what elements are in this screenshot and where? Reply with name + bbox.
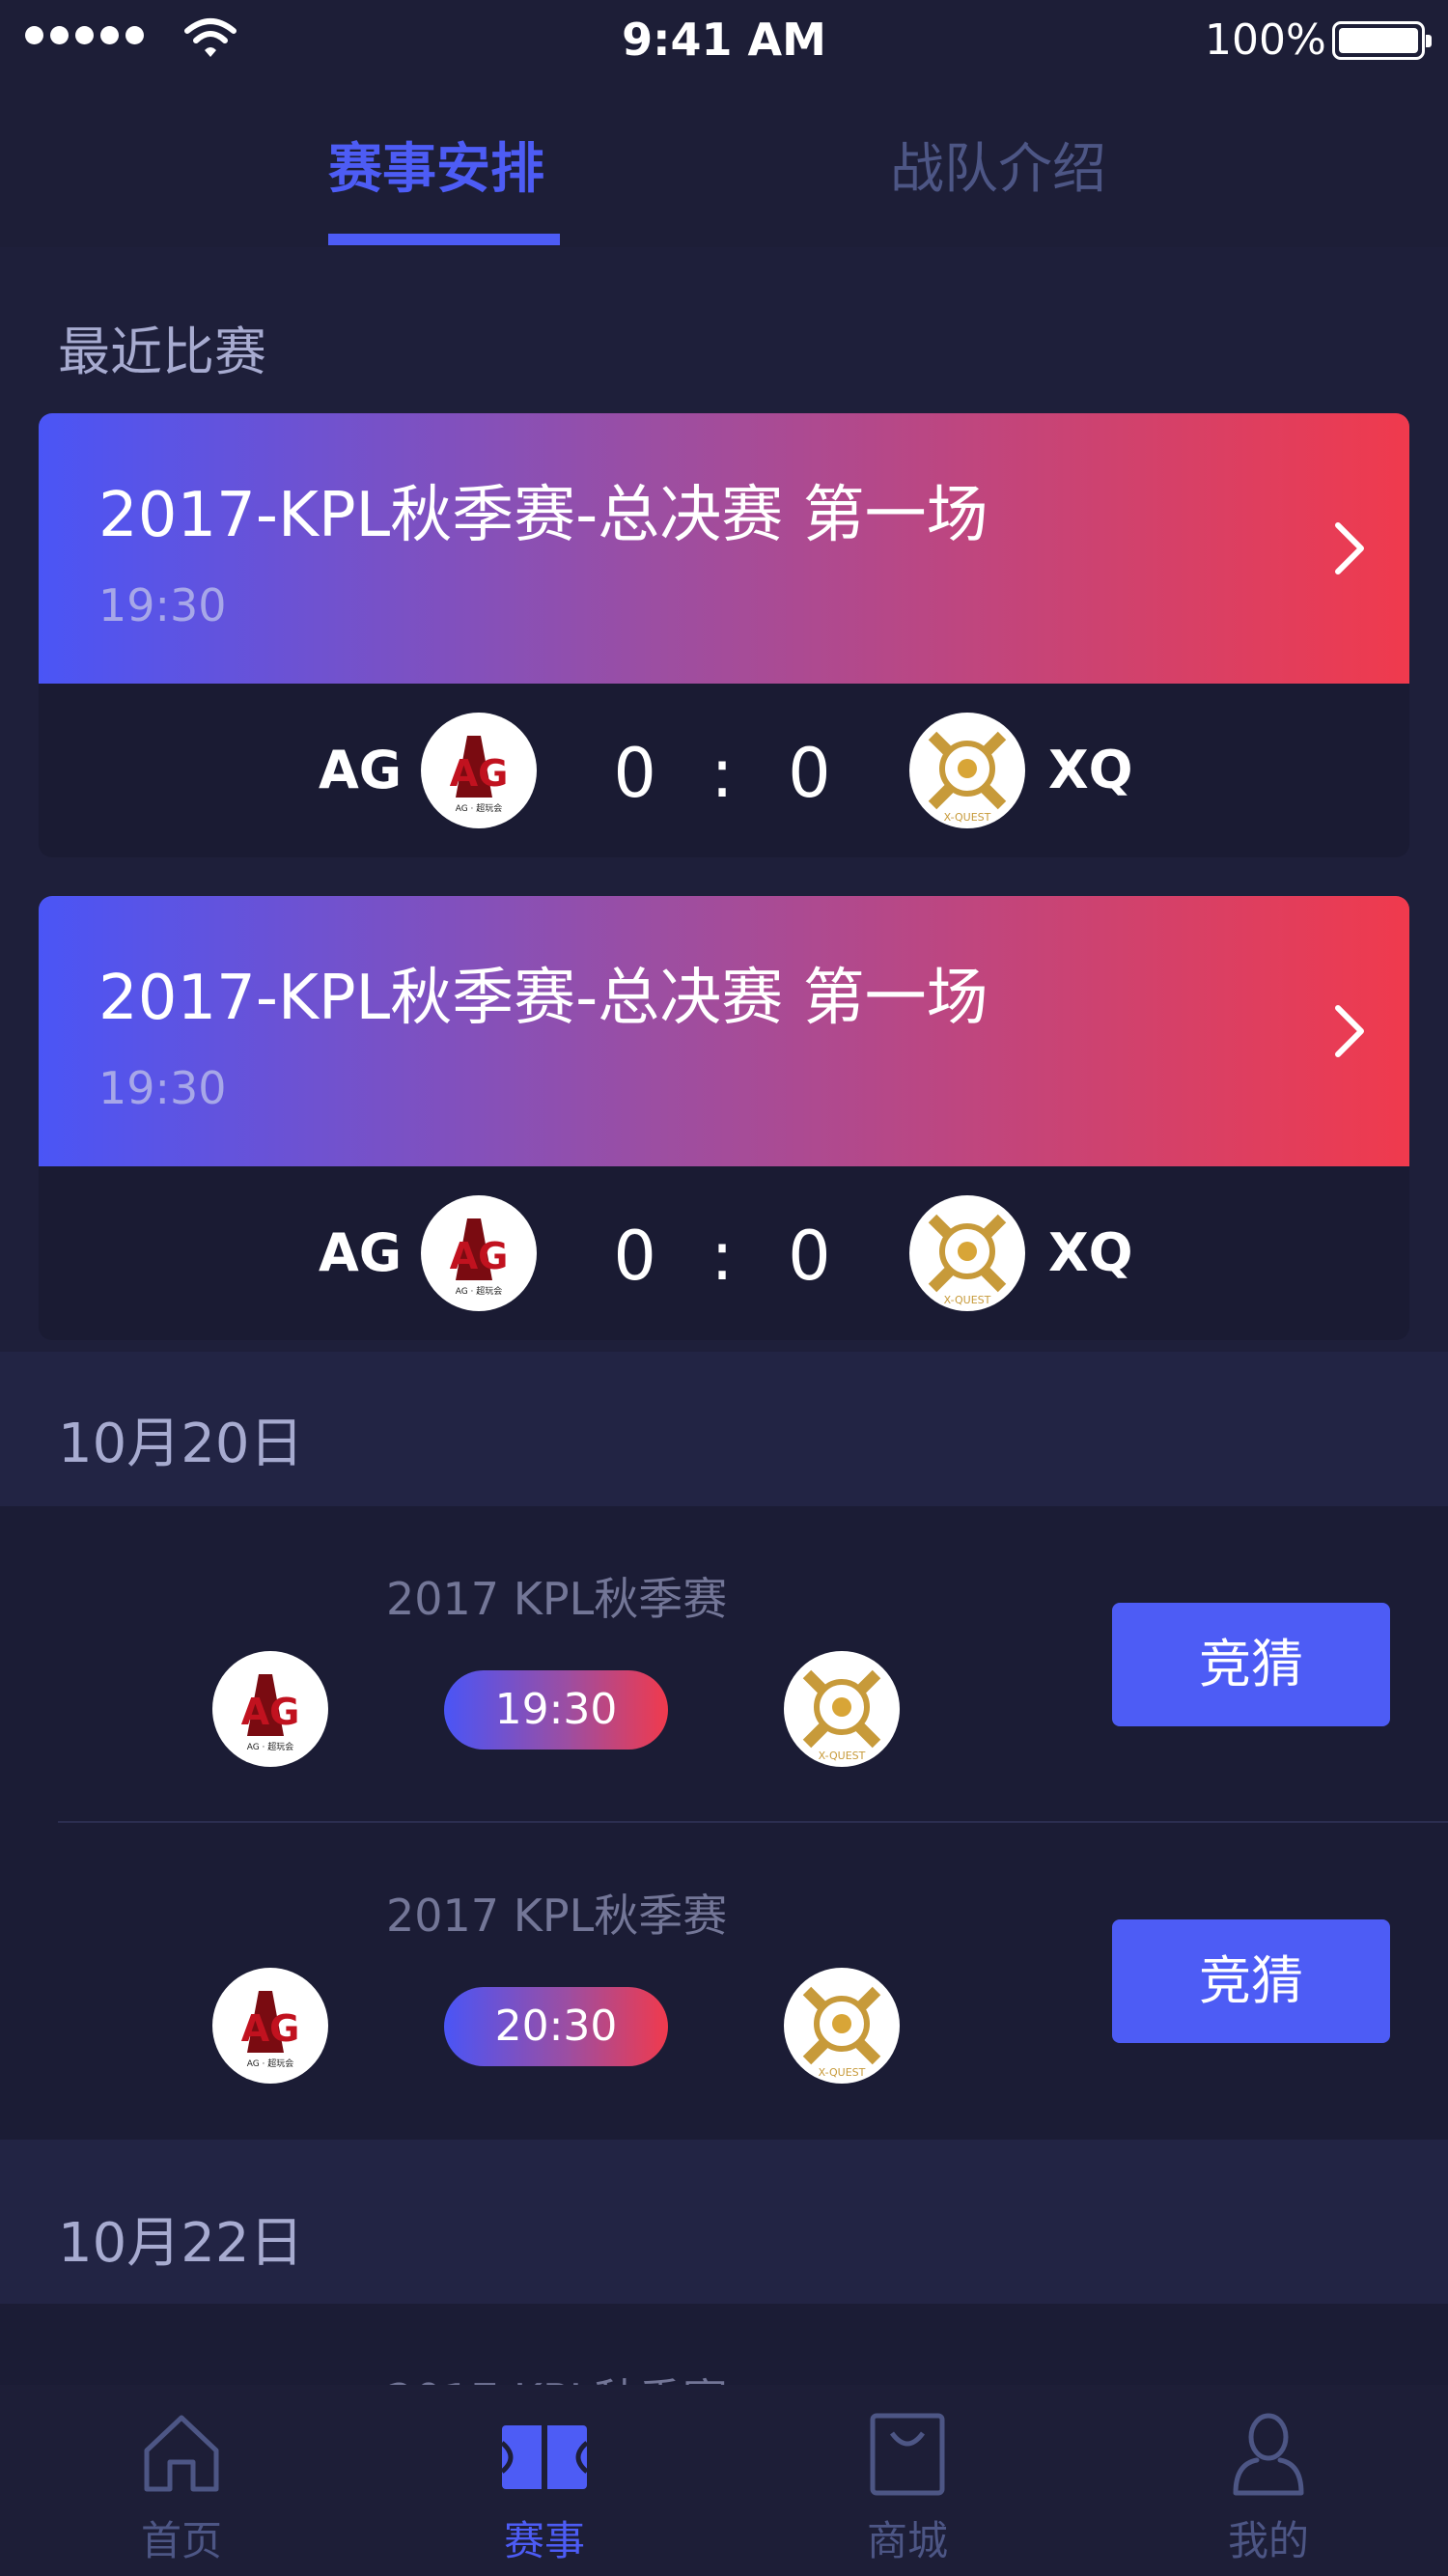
bag-icon — [870, 2413, 945, 2496]
nav-label: 我的 — [1227, 2517, 1309, 2564]
date-label: 10月20日 — [58, 1413, 304, 1475]
match-score: 0 : 0 — [39, 1217, 1409, 1296]
league-name: 2017 KPL秋季赛 — [386, 1890, 728, 1942]
battery-icon — [1332, 21, 1432, 60]
match-title: 2017-KPL秋季赛-总决赛 第一场 — [98, 963, 989, 1034]
ag-logo: AG AG · 超玩会 — [212, 1968, 328, 2084]
nav-item-home[interactable]: 首页 — [85, 2385, 278, 2576]
home-score: 0 — [613, 734, 660, 813]
svg-text:AG: AG — [241, 1691, 300, 1733]
match-card[interactable]: 2017-KPL秋季赛-总决赛 第一场 19:30 AG AG AG · 超玩会… — [39, 896, 1409, 1340]
score-row: AG AG AG · 超玩会 0 : 0 X-QUEST XQ — [39, 684, 1409, 857]
list-item: 2017 KPL秋季赛 AG AG · 超玩会 19:30 X-QUEST 竞猜 — [0, 1506, 1448, 1823]
match-score: 0 : 0 — [39, 734, 1409, 813]
score-separator: : — [710, 1217, 738, 1296]
ag-logo-caption: AG · 超玩会 — [247, 2058, 294, 2069]
guess-button[interactable]: 竞猜 — [1112, 1919, 1390, 2043]
list-item: 2017 KPL秋季赛 AG AG · 超玩会 20:30 X-QUEST 竞猜 — [0, 1823, 1448, 2140]
nav-item-shop[interactable]: 商城 — [811, 2385, 1004, 2576]
active-tab-indicator — [328, 234, 560, 245]
away-team-name: XQ — [1048, 1222, 1133, 1283]
date-header: 10月22日 — [0, 2140, 1448, 2304]
date-label: 10月22日 — [58, 2212, 304, 2275]
chevron-right-icon[interactable] — [1332, 1002, 1367, 1060]
recent-matches-heading: 最近比赛 — [58, 322, 266, 382]
home-icon — [144, 2415, 219, 2492]
tab-team-intro[interactable]: 战队介绍 — [890, 126, 1106, 204]
match-title: 2017-KPL秋季赛-总决赛 第一场 — [98, 480, 989, 551]
nav-label: 赛事 — [503, 2517, 585, 2564]
score-row: AG AG AG · 超玩会 0 : 0 X-QUEST XQ — [39, 1166, 1409, 1340]
list-item: 2017 KPL秋季赛 — [0, 2304, 1448, 2385]
home-score: 0 — [613, 1217, 660, 1296]
guess-button[interactable]: 竞猜 — [1112, 1603, 1390, 1726]
xq-logo: X-QUEST — [784, 1651, 900, 1767]
xq-logo-caption: X-QUEST — [944, 811, 991, 824]
xq-logo-caption: X-QUEST — [944, 1294, 991, 1306]
schedule-list: 2017 KPL秋季赛 — [0, 2304, 1448, 2385]
match-banner[interactable]: 2017-KPL秋季赛-总决赛 第一场 19:30 — [39, 896, 1409, 1166]
away-score: 0 — [788, 734, 835, 813]
battery-percent: 100% — [1205, 15, 1326, 65]
svg-text:AG: AG — [241, 2007, 300, 2050]
nav-item-profile[interactable]: 我的 — [1172, 2385, 1365, 2576]
xq-logo: X-QUEST — [909, 1195, 1025, 1311]
nav-item-matches[interactable]: 赛事 — [448, 2385, 641, 2576]
xq-logo-caption: X-QUEST — [819, 2066, 866, 2079]
date-header: 10月20日 — [0, 1352, 1448, 1506]
away-score: 0 — [788, 1217, 835, 1296]
match-time: 19:30 — [98, 1062, 227, 1114]
court-icon — [500, 2425, 589, 2489]
match-time-pill: 19:30 — [444, 1670, 668, 1750]
status-bar: 9:41 AM 100% — [0, 0, 1448, 83]
match-time-pill: 20:30 — [444, 1987, 668, 2066]
score-separator: : — [710, 734, 738, 813]
xq-logo: X-QUEST — [909, 713, 1025, 828]
bottom-nav: 首页 赛事 商城 我的 — [0, 2385, 1448, 2576]
away-team-name: XQ — [1048, 740, 1133, 800]
match-card[interactable]: 2017-KPL秋季赛-总决赛 第一场 19:30 AG AG AG · 超玩会… — [39, 413, 1409, 857]
nav-label: 商城 — [866, 2517, 948, 2564]
match-banner[interactable]: 2017-KPL秋季赛-总决赛 第一场 19:30 — [39, 413, 1409, 684]
match-time: 19:30 — [98, 579, 227, 631]
top-tabs: 赛事安排 战队介绍 — [0, 83, 1448, 247]
ag-logo: AG AG · 超玩会 — [212, 1651, 328, 1767]
xq-logo-caption: X-QUEST — [819, 1750, 866, 1762]
tab-schedule[interactable]: 赛事安排 — [328, 126, 544, 204]
chevron-right-icon[interactable] — [1332, 519, 1367, 577]
league-name: 2017 KPL秋季赛 — [386, 2366, 727, 2385]
schedule-list: 2017 KPL秋季赛 AG AG · 超玩会 19:30 X-QUEST 竞猜… — [0, 1506, 1448, 2140]
nav-label: 首页 — [140, 2517, 222, 2564]
league-name: 2017 KPL秋季赛 — [386, 1573, 728, 1625]
xq-logo: X-QUEST — [784, 1968, 900, 2084]
ag-logo-caption: AG · 超玩会 — [247, 1741, 294, 1752]
user-icon — [1233, 2413, 1304, 2496]
